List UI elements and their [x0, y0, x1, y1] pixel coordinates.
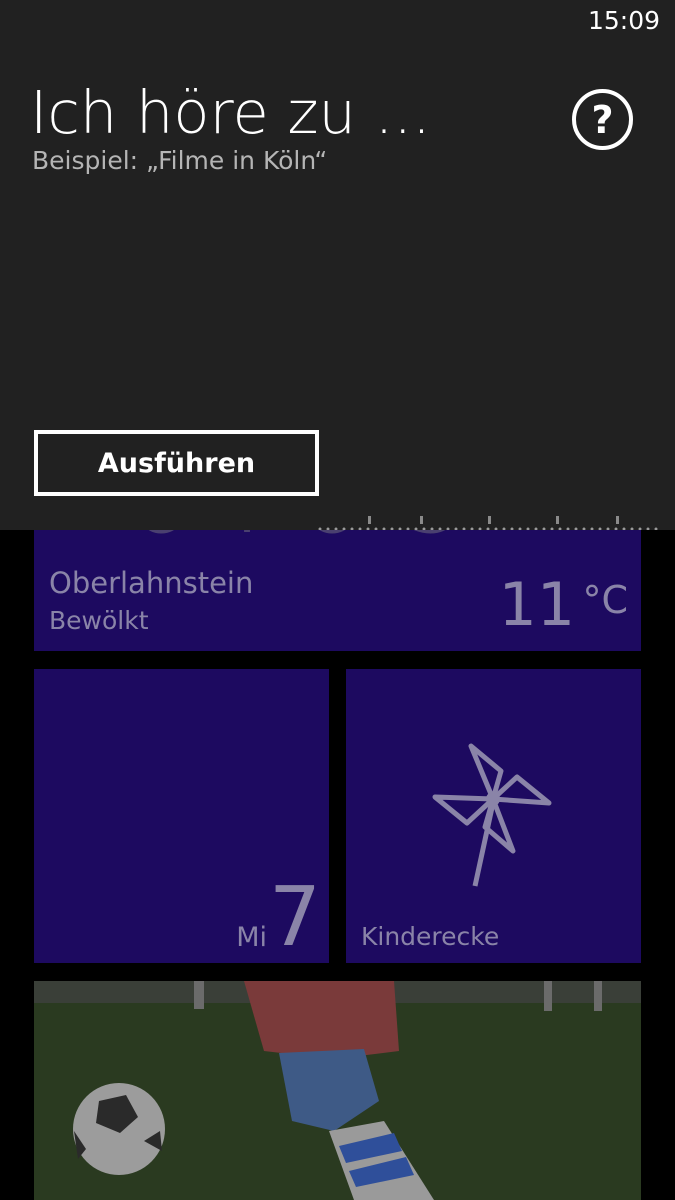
- calendar-day-number: 7: [268, 870, 321, 963]
- listening-title: Ich höre zu ...: [30, 78, 431, 147]
- progress-tick: [368, 516, 371, 524]
- weather-city: Oberlahnstein: [49, 566, 254, 600]
- weather-temperature: 11: [498, 570, 575, 640]
- example-hint: Beispiel: „Filme in Köln“: [32, 146, 328, 175]
- pinwheel-icon: [432, 743, 552, 887]
- listening-progress-dots: [316, 516, 660, 530]
- speech-overlay: 15:09 Ich höre zu ... Beispiel: „Filme i…: [0, 0, 675, 530]
- question-mark-icon: ?: [591, 97, 614, 142]
- soccer-photo-tile[interactable]: [34, 981, 641, 1200]
- progress-tick: [420, 516, 423, 524]
- weather-unit: °C: [582, 578, 628, 622]
- kids-corner-label: Kinderecke: [361, 922, 500, 951]
- calendar-tile[interactable]: Mi 7: [34, 669, 329, 963]
- progress-tick: [556, 516, 559, 524]
- help-button[interactable]: ?: [572, 89, 633, 150]
- status-time: 15:09: [587, 6, 660, 35]
- progress-tick: [616, 516, 619, 524]
- progress-tick: [488, 516, 491, 524]
- kids-corner-tile[interactable]: Kinderecke: [346, 669, 641, 963]
- run-button[interactable]: Ausführen: [34, 430, 319, 496]
- weather-condition: Bewölkt: [49, 606, 149, 635]
- soccer-photo: [34, 981, 641, 1200]
- calendar-weekday: Mi: [236, 922, 267, 953]
